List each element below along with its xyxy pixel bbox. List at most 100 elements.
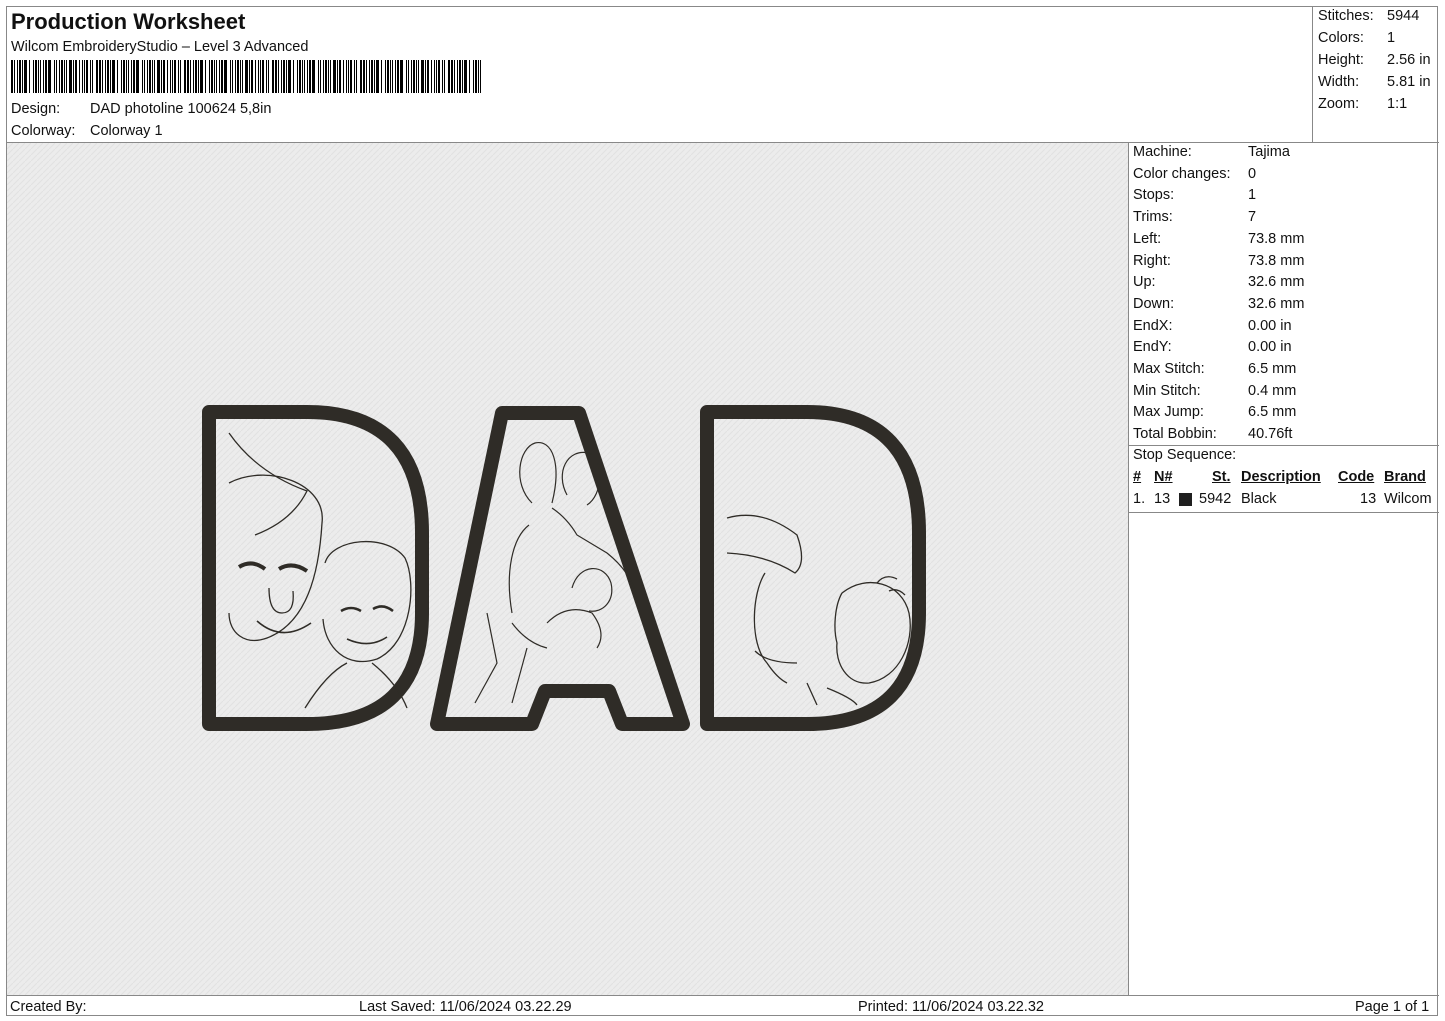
- machine-info-label: Up:: [1133, 274, 1156, 291]
- barcode-bar: [333, 60, 336, 93]
- machine-info-value: 40.76ft: [1248, 426, 1293, 443]
- barcode-bar: [230, 60, 231, 93]
- barcode-bar: [117, 60, 118, 93]
- barcode-bar: [356, 60, 357, 93]
- machine-info-label: Min Stitch:: [1133, 382, 1201, 399]
- barcode-bar: [320, 60, 321, 93]
- barcode-bar: [339, 60, 341, 93]
- barcode-bar: [350, 60, 352, 93]
- stop-row-description: Black: [1241, 491, 1277, 507]
- barcode-bar: [200, 60, 203, 93]
- machine-info-row: EndY: 0.00 in: [1133, 339, 1292, 355]
- barcode-bar: [157, 60, 160, 93]
- design-preview: [7, 143, 1129, 995]
- barcode-bar: [448, 60, 450, 93]
- stat-label: Stitches:: [1318, 8, 1374, 24]
- machine-info-value: 32.6 mm: [1248, 295, 1305, 312]
- barcode-bar: [214, 60, 215, 93]
- column-header: Brand: [1384, 469, 1426, 485]
- barcode-bar: [136, 60, 139, 93]
- barcode-bar: [249, 60, 250, 93]
- barcode-bar: [235, 60, 236, 93]
- barcode-bar: [278, 60, 279, 93]
- barcode-bar: [66, 60, 67, 93]
- machine-info-value: 0.00 in: [1248, 339, 1292, 356]
- barcode-bar: [184, 60, 186, 93]
- barcode-bar: [459, 60, 461, 93]
- design-label: Design:: [11, 101, 61, 117]
- barcode-bar: [297, 60, 298, 93]
- stat-colors: Colors: 1: [1318, 30, 1395, 46]
- barcode-bar: [69, 60, 72, 93]
- stat-value: 5.81 in: [1387, 74, 1431, 90]
- colorway-row: Colorway: Colorway 1: [11, 123, 163, 139]
- stat-value: 5944: [1387, 8, 1420, 24]
- barcode-bar: [462, 60, 463, 93]
- stat-value: 1: [1387, 30, 1396, 46]
- barcode-bar: [436, 60, 437, 93]
- barcode-bar: [431, 60, 432, 93]
- barcode-bar: [180, 60, 181, 93]
- barcode-bar: [413, 60, 415, 93]
- barcode-bar: [288, 60, 291, 93]
- barcode-bar: [29, 60, 30, 93]
- barcode-bar: [262, 60, 264, 93]
- barcode-bar: [348, 60, 349, 93]
- barcode-bar: [366, 60, 367, 93]
- barcode-bar: [75, 60, 77, 93]
- barcode-bar: [376, 60, 379, 93]
- barcode-bar: [178, 60, 179, 93]
- machine-info-label: Down:: [1133, 295, 1175, 312]
- machine-info-label: EndX:: [1133, 317, 1173, 334]
- worksheet-footer: Created By: Last Saved: 11/06/2024 03.22…: [7, 995, 1439, 1017]
- barcode-bar: [131, 60, 132, 93]
- machine-info-label: Machine:: [1133, 144, 1192, 160]
- barcode-bar: [369, 60, 370, 93]
- barcode-bar: [195, 60, 197, 93]
- barcode-bar: [45, 60, 47, 93]
- barcode-bar: [392, 60, 393, 93]
- barcode-bar: [14, 60, 15, 93]
- barcode-bar: [387, 60, 389, 93]
- design-value: DAD photoline 100624 5,8in: [90, 101, 272, 117]
- barcode-bar: [408, 60, 409, 93]
- barcode-bar: [480, 60, 481, 93]
- panel-divider: [1129, 445, 1439, 446]
- barcode-bar: [11, 60, 13, 93]
- barcode-bar: [325, 60, 327, 93]
- production-worksheet: Production Worksheet Wilcom EmbroiderySt…: [6, 6, 1439, 1017]
- machine-info-panel: Machine: Tajima Color changes: 0 Stops: 1 Trim…: [1129, 143, 1439, 995]
- barcode-bar: [17, 60, 18, 93]
- barcode-bar: [390, 60, 391, 93]
- barcode-bar: [307, 60, 308, 93]
- machine-info-row: Up: 32.6 mm: [1133, 274, 1304, 290]
- barcode-bar: [84, 60, 85, 93]
- machine-info-row: Trims: 7: [1133, 209, 1256, 225]
- barcode-bar: [209, 60, 210, 93]
- barcode-bar: [363, 60, 365, 93]
- barcode-bar: [82, 60, 83, 93]
- machine-info-row: Left: 73.8 mm: [1133, 231, 1304, 247]
- design-row: Design: DAD photoline 100624 5,8in: [11, 101, 271, 117]
- stats-box: Stitches: 5944 Colors: 1 Height: 2.56 in Wi…: [1313, 7, 1439, 143]
- barcode-bar: [354, 60, 355, 93]
- barcode-bar: [395, 60, 396, 93]
- barcode-bar: [266, 60, 267, 93]
- barcode-bar: [193, 60, 194, 93]
- barcode-bar: [48, 60, 51, 93]
- design-barcode: [11, 60, 483, 96]
- stat-label: Colors:: [1318, 30, 1364, 46]
- machine-info-row: Right: 73.8 mm: [1133, 253, 1304, 269]
- barcode-bar: [302, 60, 303, 93]
- barcode-bar: [438, 60, 440, 93]
- barcode-bar: [96, 60, 98, 93]
- colorway-label: Colorway:: [11, 123, 76, 139]
- barcode-bar: [469, 60, 470, 93]
- barcode-bar: [112, 60, 115, 93]
- barcode-bar: [454, 60, 455, 93]
- stop-row-stitches: 5942: [1199, 491, 1232, 507]
- created-by: Created By:: [10, 999, 87, 1015]
- machine-info-value: 32.6 mm: [1248, 274, 1305, 291]
- barcode-bar: [371, 60, 373, 93]
- barcode-bar: [161, 60, 162, 93]
